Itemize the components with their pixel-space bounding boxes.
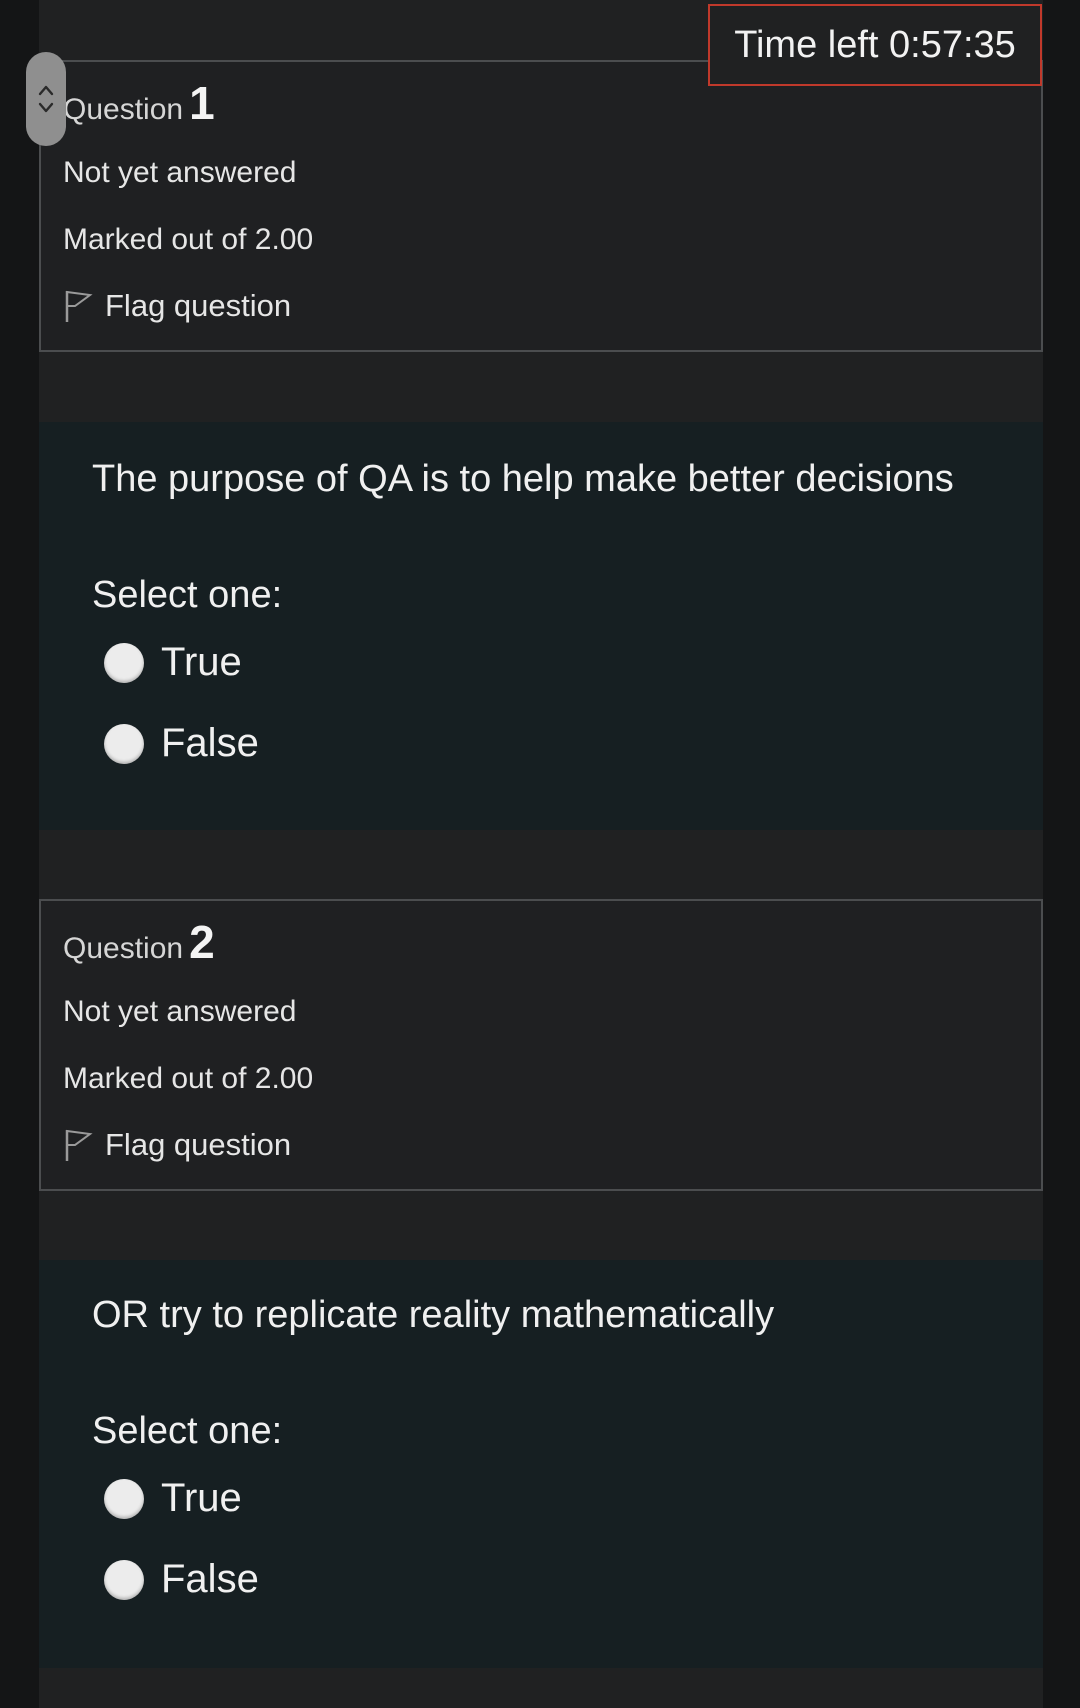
question-number: 1 bbox=[189, 77, 215, 129]
scroll-handle[interactable] bbox=[26, 52, 66, 146]
option-label: False bbox=[161, 721, 259, 765]
question-number: 2 bbox=[189, 916, 215, 968]
question-1-marks: Marked out of 2.00 bbox=[63, 223, 314, 256]
option-label: False bbox=[161, 1557, 259, 1601]
question-1-option-true[interactable]: True bbox=[104, 640, 242, 685]
question-1-text: The purpose of QA is to help make better… bbox=[92, 458, 954, 500]
question-2-marks: Marked out of 2.00 bbox=[63, 1062, 314, 1095]
flag-label: Flag question bbox=[105, 1127, 292, 1162]
quiz-page: Time left 0:57:35 Question 1 Not yet answ… bbox=[0, 0, 1080, 1708]
time-left-badge: Time left 0:57:35 bbox=[708, 4, 1042, 86]
flag-label: Flag question bbox=[105, 288, 292, 323]
question-1-option-false[interactable]: False bbox=[104, 721, 259, 766]
option-label: True bbox=[161, 640, 242, 684]
option-label: True bbox=[161, 1476, 242, 1520]
question-2-status: Not yet answered bbox=[63, 995, 297, 1028]
question-2-option-true[interactable]: True bbox=[104, 1476, 242, 1521]
flag-icon bbox=[65, 290, 93, 322]
question-2-option-false[interactable]: False bbox=[104, 1557, 259, 1602]
question-1-content: The purpose of QA is to help make better… bbox=[39, 422, 1043, 830]
question-2-text: OR try to replicate reality mathematical… bbox=[92, 1294, 775, 1336]
question-2-flag-button[interactable]: Flag question bbox=[63, 1127, 291, 1163]
question-1-info: Question 1 Not yet answered Marked out of… bbox=[39, 60, 1043, 352]
question-2-prompt: Select one: bbox=[92, 1410, 283, 1452]
question-label: Question bbox=[63, 93, 184, 126]
chevron-down-icon[interactable] bbox=[37, 102, 55, 114]
question-1-prompt: Select one: bbox=[92, 574, 283, 616]
question-2-content: OR try to replicate reality mathematical… bbox=[39, 1260, 1043, 1668]
question-2-info: Question 2 Not yet answered Marked out of… bbox=[39, 899, 1043, 1191]
radio-button[interactable] bbox=[104, 642, 144, 683]
radio-button[interactable] bbox=[104, 1478, 144, 1519]
question-2-heading: Question 2 bbox=[63, 915, 215, 969]
question-1-heading: Question 1 bbox=[63, 76, 215, 130]
flag-icon bbox=[65, 1129, 93, 1161]
chevron-up-icon[interactable] bbox=[37, 84, 55, 96]
radio-button[interactable] bbox=[104, 1559, 144, 1600]
question-1-status: Not yet answered bbox=[63, 156, 297, 189]
question-label: Question bbox=[63, 932, 184, 965]
question-1-flag-button[interactable]: Flag question bbox=[63, 288, 291, 324]
radio-button[interactable] bbox=[104, 723, 144, 764]
